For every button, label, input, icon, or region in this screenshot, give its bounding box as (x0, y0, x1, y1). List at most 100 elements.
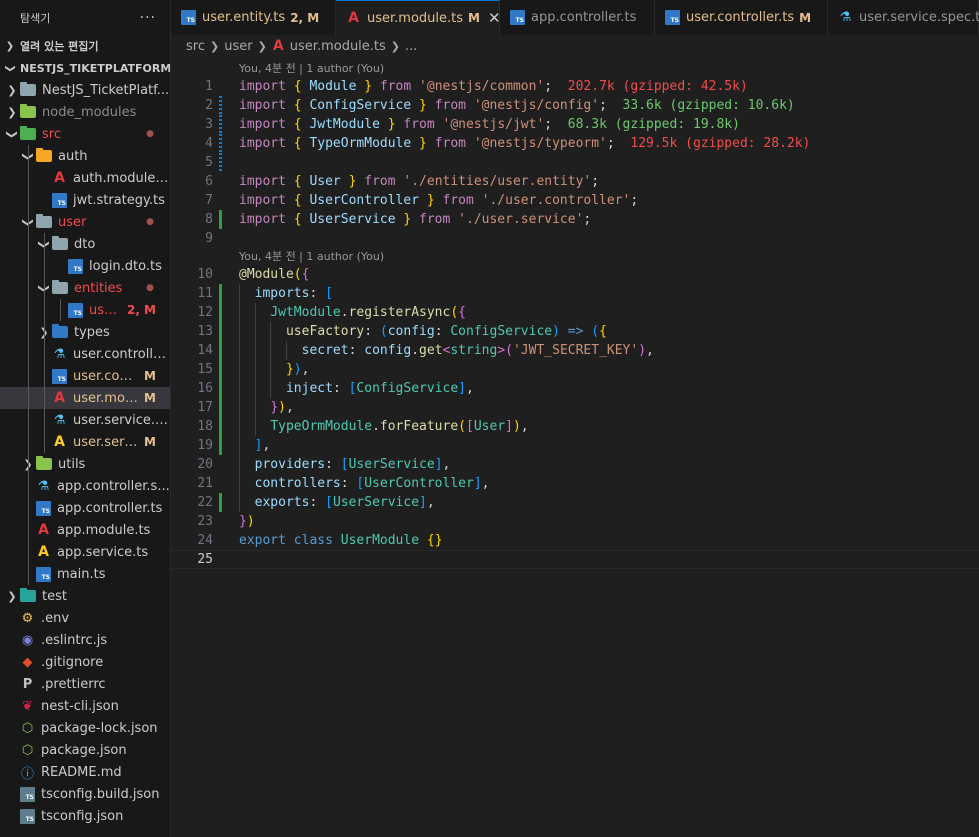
indent-guide (44, 233, 45, 453)
tree-file[interactable]: ❯⚗user.controller.... (0, 343, 170, 365)
tree-file[interactable]: ❯⚗app.controller.s... (0, 475, 170, 497)
line-number: 19 (197, 438, 213, 453)
tree-file[interactable]: ❯TSjwt.strategy.ts (0, 189, 170, 211)
tree-file[interactable]: ❯⚗user.service.sp... (0, 409, 170, 431)
folder-test-icon (20, 588, 36, 602)
chevron-right-icon[interactable]: ❯ (4, 84, 20, 97)
tab-user-service-spec-ts[interactable]: ⚗ user.service.spec.ts (828, 0, 979, 35)
tab-app-controller-ts[interactable]: TS app.controller.ts (500, 0, 655, 35)
tree-folder-node-modules[interactable]: ❯ node_modules (0, 101, 170, 123)
project-name: NESTJS_TIKETPLATFORM (20, 61, 171, 75)
line-number: 22 (197, 495, 213, 510)
code-token: config (364, 343, 412, 358)
line-number: 8 (205, 212, 213, 227)
code-token: UserService (309, 212, 396, 227)
codelens-blame[interactable]: You, 4분 전 | 1 author (You) (171, 60, 979, 77)
project-section[interactable]: ❯ NESTJS_TIKETPLATFORM (0, 57, 171, 79)
tree-item-label: user.service.sp... (73, 412, 170, 428)
tree-item-label: .gitignore (41, 654, 104, 670)
breadcrumb-item[interactable]: user (224, 39, 252, 54)
chevron-right-icon[interactable]: ❯ (4, 590, 20, 603)
chevron-right-icon[interactable]: ❯ (4, 106, 20, 119)
close-icon[interactable]: ✕ (488, 9, 501, 27)
tab-user-module-ts[interactable]: Auser.module.ts M ✕ (336, 0, 501, 35)
tree-file[interactable]: ❯◆.gitignore (0, 651, 170, 673)
tree-folder-dto[interactable]: ❯dto (0, 233, 170, 255)
tree-file[interactable]: ❯TSmain.ts (0, 563, 170, 585)
tree-file[interactable]: ❯❦nest-cli.json (0, 695, 170, 717)
code-token: { (293, 98, 302, 113)
code-line: 3 import { JwtModule } from '@nestjs/jwt'… (171, 115, 979, 134)
code-text: JwtModule.registerAsync({ (239, 303, 466, 322)
code-token: ; (630, 193, 639, 208)
tree-file[interactable]: ❯P.prettierrc (0, 673, 170, 695)
tree-folder-auth[interactable]: ❯auth (0, 145, 170, 167)
tree-folder-nestjs-ticketplatf-[interactable]: ❯ NestJS_TicketPlatf... (0, 79, 170, 101)
code-token: from (379, 79, 412, 94)
tree-file[interactable]: ❯Auser.mod...M (0, 387, 170, 409)
code-text: controllers: [UserController], (239, 474, 490, 493)
chevron-down-icon[interactable]: ❯ (6, 126, 19, 142)
tree-folder-src[interactable]: ❯ src ● (0, 123, 170, 145)
tree-file[interactable]: ❯Aauth.module.ts (0, 167, 170, 189)
code-token: from (419, 212, 451, 227)
more-actions-icon[interactable]: ··· (140, 10, 156, 26)
codelens-blame[interactable]: You, 4분 전 | 1 author (You) (171, 248, 979, 265)
breadcrumb-item[interactable]: ... (405, 39, 417, 54)
code-line: 4 import { TypeOrmModule } from '@nestjs/… (171, 134, 979, 153)
breadcrumb-item[interactable]: src (186, 39, 205, 54)
tree-file[interactable]: ❯TSlogin.dto.ts (0, 255, 170, 277)
tree-file[interactable]: ❯⬡package-lock.json (0, 717, 170, 739)
tree-folder-user[interactable]: ❯user● (0, 211, 170, 233)
tree-file[interactable]: ❯Aapp.module.ts (0, 519, 170, 541)
code-token: import (239, 79, 286, 94)
tree-file[interactable]: ❯TSuser.cont...M (0, 365, 170, 387)
code-token: : (348, 343, 365, 358)
tree-item-label: app.service.ts (57, 544, 149, 560)
code-view[interactable]: You, 4분 전 | 1 author (You) 1 import { Modu… (171, 57, 979, 569)
code-token: import (239, 174, 286, 189)
tree-file[interactable]: ❯TSapp.controller.ts (0, 497, 170, 519)
tree-folder-types[interactable]: ❯types (0, 321, 170, 343)
tree-file[interactable]: ❯TStsconfig.json (0, 805, 170, 827)
tree-folder-entities[interactable]: ❯entities● (0, 277, 170, 299)
line-number: 15 (197, 362, 213, 377)
editor-tab-bar: TS user.entity.ts 2, M Auser.module.ts M ✕ TS a… (171, 0, 979, 35)
tree-file[interactable]: ❯⬡package.json (0, 739, 170, 761)
code-text: useFactory: (config: ConfigService) => (… (239, 322, 607, 341)
tab-user-controller-ts[interactable]: TS user.controller.ts M (655, 0, 828, 35)
tree-file[interactable]: ❯Auser.servi...M (0, 431, 170, 453)
git-status-badge: M (144, 369, 156, 383)
git-added-marker (219, 379, 222, 398)
line-number: 3 (205, 117, 213, 132)
nodejs-hexagon-icon: ⬡ (21, 742, 34, 758)
code-token: } (426, 193, 435, 208)
explorer-title: 탐색기 (20, 11, 51, 25)
code-token: providers (254, 457, 326, 472)
tree-file[interactable]: ❯◉.eslintrc.js (0, 629, 170, 651)
code-token: ; (544, 117, 568, 132)
tree-file[interactable]: ❯ⓘREADME.md (0, 761, 170, 783)
tab-user-entity-ts[interactable]: TS user.entity.ts 2, M (171, 0, 336, 35)
tree-file[interactable]: ❯Aapp.service.ts (0, 541, 170, 563)
code-token: 202.7k (gzipped: 42.5k) (567, 79, 748, 94)
tree-folder-test[interactable]: ❯ test (0, 585, 170, 607)
tree-folder-utils[interactable]: ❯utils (0, 453, 170, 475)
code-token: } (387, 117, 396, 132)
tree-file[interactable]: ❯TSuser.e...2, M (0, 299, 170, 321)
code-text: }), (239, 398, 293, 417)
code-token: : (340, 476, 357, 491)
tree-file[interactable]: ❯⚙.env (0, 607, 170, 629)
code-token: } (239, 514, 247, 529)
breadcrumb-item[interactable]: user.module.ts (290, 39, 386, 54)
explorer-sidebar: 탐색기 ··· ❯ 열려 있는 편집기 ❯ NESTJS_TIKETPLATFO… (0, 0, 171, 837)
tree-file[interactable]: ❯TStsconfig.build.json (0, 783, 170, 805)
open-editors-section[interactable]: ❯ 열려 있는 편집기 (0, 35, 170, 57)
